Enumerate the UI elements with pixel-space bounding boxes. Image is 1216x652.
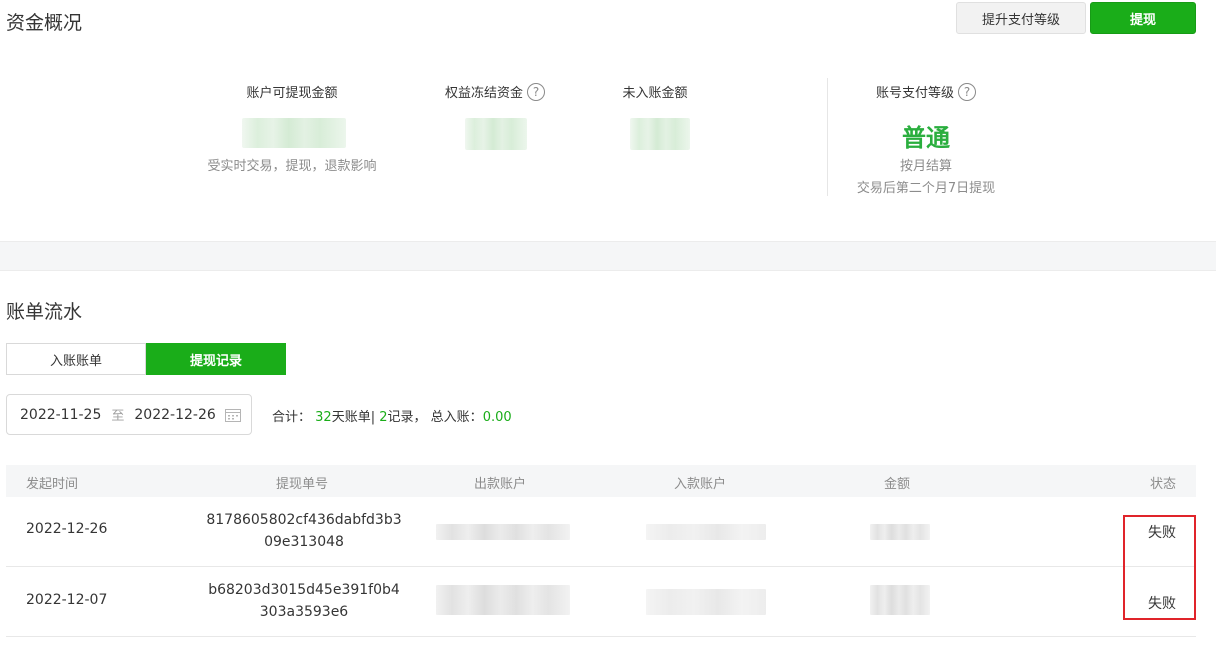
table-row: 2022-12-07 b68203d3015d45e391f0b4303a359…: [6, 567, 1196, 637]
payee-account-masked: [646, 524, 766, 540]
row-order-no: 8178605802cf436dabfd3b309e313048: [206, 512, 402, 550]
section-separator: [0, 241, 1216, 271]
end-date: 2022-12-26: [134, 406, 216, 423]
payee-account-masked: [646, 589, 766, 615]
row-order-no: b68203d3015d45e391f0b4303a3593e6: [208, 582, 400, 620]
bills-title: 账单流水: [6, 301, 83, 323]
row-status: 失败: [1148, 525, 1176, 541]
date-separator: 至: [111, 409, 125, 424]
row-status: 失败: [1148, 596, 1176, 612]
bill-tabs: 入账账单 提现记录: [6, 343, 286, 375]
summary-total: 0.00: [482, 410, 512, 425]
settlement-cycle: 按月结算: [899, 159, 952, 174]
frozen-funds-label: 权益冻结资金: [444, 86, 523, 101]
available-amount-stat: 账户可提现金额: [192, 82, 392, 101]
payout-account-masked: [436, 585, 570, 615]
bill-summary: 合计： 32天账单| 2记录， 总入账：0.00: [272, 406, 512, 425]
withdraw-rule: 交易后第二个月7日提现: [856, 181, 996, 196]
summary-records: 2: [379, 410, 388, 425]
upgrade-pay-level-button[interactable]: 提升支付等级: [956, 2, 1086, 34]
payout-account-masked: [436, 524, 570, 540]
column-header: 状态: [1149, 477, 1176, 492]
start-date: 2022-11-25: [20, 406, 102, 423]
tab-income-bills[interactable]: 入账账单: [6, 343, 146, 375]
help-icon[interactable]: ?: [527, 82, 545, 101]
table-header: 发起时间 提现单号 出款账户 入款账户 金额 状态: [6, 465, 1196, 497]
column-header: 发起时间: [26, 477, 79, 492]
overview-title: 资金概况: [6, 12, 83, 34]
pending-amount-value-masked: [630, 118, 690, 150]
calendar-icon: [225, 409, 241, 422]
frozen-funds-stat: 权益冻结资金 ?: [400, 82, 590, 101]
table-row: 2022-12-26 8178605802cf436dabfd3b309e313…: [6, 497, 1196, 567]
pay-level-value: 普通: [902, 124, 950, 152]
date-range-picker[interactable]: 2022-11-25 至 2022-12-26: [6, 394, 252, 435]
available-amount-label: 账户可提现金额: [246, 86, 338, 101]
column-header: 提现单号: [276, 477, 329, 492]
tab-withdraw-records[interactable]: 提现记录: [146, 343, 286, 375]
row-date: 2022-12-26: [26, 521, 108, 537]
summary-days-suffix: 天账单|: [331, 410, 376, 425]
row-date: 2022-12-07: [26, 592, 108, 608]
column-header: 金额: [884, 477, 911, 492]
help-icon[interactable]: ?: [958, 82, 976, 101]
pending-amount-label: 未入账金额: [622, 86, 688, 101]
available-amount-note: 受实时交易，提现，退款影响: [207, 159, 377, 174]
pending-amount-stat: 未入账金额: [590, 82, 720, 101]
available-amount-value-masked: [242, 118, 346, 148]
pay-level-label: 账号支付等级: [875, 86, 954, 101]
summary-records-suffix: 记录，: [387, 410, 427, 425]
amount-masked: [870, 524, 930, 540]
amount-masked: [870, 585, 930, 615]
frozen-funds-value-masked: [465, 118, 527, 150]
summary-total-label: 总入账：: [430, 410, 483, 425]
summary-prefix: 合计：: [272, 410, 312, 425]
column-header: 出款账户: [474, 477, 527, 492]
column-header: 入款账户: [674, 477, 727, 492]
withdraw-button[interactable]: 提现: [1090, 2, 1196, 34]
pay-level-stat: 账号支付等级 ?: [846, 82, 1006, 101]
summary-days: 32: [315, 410, 332, 425]
